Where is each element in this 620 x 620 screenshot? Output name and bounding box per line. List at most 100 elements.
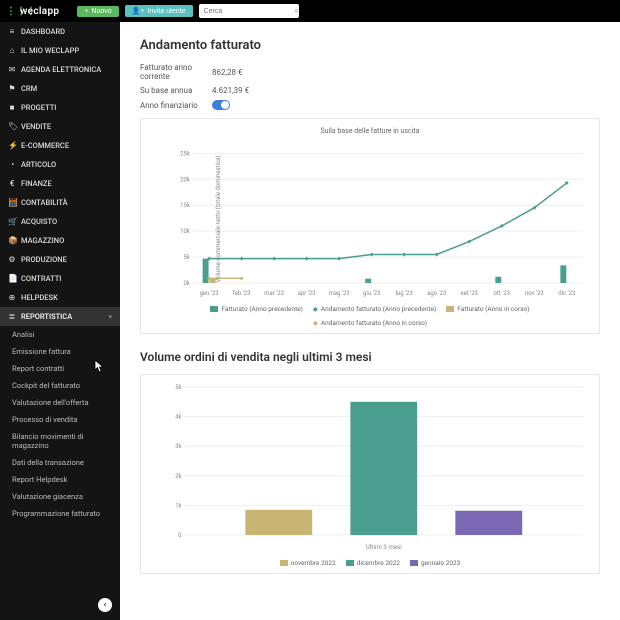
logo[interactable]: ⋮⋮⋮ weclapp <box>6 6 59 17</box>
current-year-value: 862,28 € <box>212 68 243 77</box>
legend-item[interactable]: dicembre 2022 <box>346 559 400 567</box>
legend-swatch: ◆ <box>313 305 318 313</box>
legend-label: Fatturato (Anno precedente) <box>221 305 302 313</box>
sidebar-icon: ⚙ <box>8 255 16 264</box>
sidebar-item-agenda-elettronica[interactable]: ✉AGENDA ELETTRONICA <box>0 60 120 79</box>
user-plus-icon: 👤+ <box>132 7 145 15</box>
sidebar-sub-valutazione-dell-offerta[interactable]: Valutazione dell'offerta <box>0 394 120 411</box>
sidebar-icon: 🧮 <box>8 198 16 207</box>
chart1-ylabel: Volume commerciale netto (totale domines… <box>215 155 222 282</box>
sidebar-icon: ✉ <box>8 65 16 74</box>
chevron-down-icon: ▾ <box>108 313 112 321</box>
sidebar-item-vendite[interactable]: 🏷VENDITE <box>0 117 120 136</box>
legend-item[interactable]: novembre 2022 <box>280 559 336 567</box>
sidebar-sub-analisi[interactable]: Analisi <box>0 326 120 343</box>
sidebar-item-label: IL MIO WECLAPP <box>21 46 79 55</box>
sidebar-item-contabilità[interactable]: 🧮CONTABILITÀ <box>0 193 120 212</box>
sidebar-item-label: CRM <box>21 84 37 93</box>
sidebar-sub-report-contratti[interactable]: Report contratti <box>0 360 120 377</box>
svg-text:nov '23: nov '23 <box>525 290 544 297</box>
sidebar-item-dashboard[interactable]: ≡ DASHBOARD <box>0 22 120 41</box>
sidebar-item-magazzino[interactable]: 📦MAGAZZINO <box>0 231 120 250</box>
sidebar-sub-cockpit-del-fatturato[interactable]: Cockpit del fatturato <box>0 377 120 394</box>
sidebar-item-label: FINANZE <box>21 179 52 188</box>
annual-value: 4.621,39 € <box>212 86 249 95</box>
search-input[interactable] <box>204 8 295 15</box>
svg-text:0: 0 <box>178 533 181 539</box>
sidebar-icon: ⚡ <box>8 141 16 150</box>
chart1-area: Volume commerciale netto (totale domines… <box>173 139 589 299</box>
sidebar-item-acquisto[interactable]: 🛒ACQUISTO <box>0 212 120 231</box>
svg-text:0k: 0k <box>183 280 190 287</box>
legend-label: Andamento fatturato (Anno in corso) <box>321 319 427 327</box>
chart2-area: 01k2k3k4k5kUltimi 3 mesi <box>169 383 589 553</box>
sidebar-item-articolo[interactable]: ◔ARTICOLO <box>0 155 120 174</box>
sidebar-item-label: E-COMMERCE <box>21 141 69 150</box>
sidebar-sub-report-helpdesk[interactable]: Report Helpdesk <box>0 471 120 488</box>
revenue-chart-card: Sulla base delle fatture in uscita Volum… <box>140 118 600 334</box>
svg-text:gen '23: gen '23 <box>200 290 219 297</box>
legend-swatch <box>446 306 454 312</box>
chart1-title: Sulla base delle fatture in uscita <box>151 127 589 135</box>
legend-swatch <box>210 306 218 312</box>
page-title: Andamento fatturato <box>140 38 600 53</box>
legend-label: novembre 2022 <box>291 559 336 567</box>
svg-text:1k: 1k <box>175 503 181 509</box>
legend-swatch <box>280 560 288 566</box>
sidebar-icon: 📄 <box>8 274 16 283</box>
svg-text:giu '23: giu '23 <box>363 290 380 297</box>
sidebar-sub-valutazione-giacenza[interactable]: Valutazione giacenza <box>0 488 120 505</box>
svg-text:20k: 20k <box>180 176 191 183</box>
sidebar-item-progetti[interactable]: ■PROGETTI <box>0 98 120 117</box>
sidebar-icon: 🏷 <box>8 122 16 131</box>
invite-user-button[interactable]: 👤+ Invita utente <box>125 5 193 17</box>
svg-text:5k: 5k <box>183 254 190 261</box>
legend-item[interactable]: gennaio 2023 <box>410 559 460 567</box>
legend-item[interactable]: Fatturato (Anno precedente) <box>210 305 302 313</box>
legend-item[interactable]: ◆Andamento fatturato (Anno in corso) <box>313 319 427 327</box>
sidebar-icon: ⊕ <box>8 293 16 302</box>
topbar: ⋮⋮⋮ weclapp + Nuovo 👤+ Invita utente ⌕ <box>0 0 620 22</box>
sidebar-item-produzione[interactable]: ⚙ PRODUZIONE <box>0 250 120 269</box>
legend-swatch <box>346 560 354 566</box>
svg-text:apr '23: apr '23 <box>298 290 316 297</box>
legend-item[interactable]: ◆Andamento fatturato (Anno precedente) <box>313 305 436 313</box>
sidebar-item-label: REPORTISTICA <box>21 312 72 321</box>
sidebar: ≡ DASHBOARD ⌂IL MIO WECLAPP✉AGENDA ELETTRO… <box>0 22 120 620</box>
sidebar-sub-dati-della-transazione[interactable]: Dati della transazione <box>0 454 120 471</box>
sidebar-item-reportistica[interactable]: ≣REPORTISTICA▾ <box>0 307 120 326</box>
legend-item[interactable]: Fatturato (Anno in corso) <box>446 305 529 313</box>
logo-icon: ⋮⋮⋮ <box>6 6 18 16</box>
svg-text:Ultimi 3 mesi: Ultimi 3 mesi <box>366 543 402 551</box>
sidebar-item-label: CONTRATTI <box>21 274 61 283</box>
sidebar-sub-bilancio-movimenti-di-magazzino[interactable]: Bilancio movimenti di magazzino <box>0 428 120 454</box>
sidebar-sub-emissione-fattura[interactable]: Emissione fattura <box>0 343 120 360</box>
sidebar-item-label: PRODUZIONE <box>21 255 67 264</box>
sidebar-item-contratti[interactable]: 📄 CONTRATTI <box>0 269 120 288</box>
legend-label: gennaio 2023 <box>421 559 460 567</box>
sidebar-item-helpdesk[interactable]: ⊕HELPDESK <box>0 288 120 307</box>
sidebar-item-finanze[interactable]: €FINANZE <box>0 174 120 193</box>
svg-text:10k: 10k <box>180 228 191 235</box>
sidebar-item-label: DASHBOARD <box>21 27 65 36</box>
plus-icon: + <box>84 8 88 15</box>
sidebar-item-il-mio-weclapp[interactable]: ⌂IL MIO WECLAPP <box>0 41 120 60</box>
svg-text:mar '23: mar '23 <box>264 290 284 297</box>
svg-text:ago '23: ago '23 <box>427 290 446 297</box>
svg-text:lug '23: lug '23 <box>396 290 413 297</box>
search-input-wrap[interactable]: ⌕ <box>199 4 299 18</box>
fiscal-year-toggle[interactable] <box>212 100 230 110</box>
sidebar-item-e-commerce[interactable]: ⚡ E-COMMERCE <box>0 136 120 155</box>
legend-swatch: ◆ <box>313 319 318 327</box>
sidebar-sub-programmazione-fatturato[interactable]: Programmazione fatturato <box>0 505 120 522</box>
sidebar-icon: ≡ <box>8 27 16 36</box>
new-button[interactable]: + Nuovo <box>77 6 118 17</box>
current-year-label: Fatturato anno corrente <box>140 63 212 81</box>
svg-text:4k: 4k <box>175 415 181 421</box>
collapse-sidebar-button[interactable]: ‹ <box>98 598 112 612</box>
sidebar-sub-processo-di-vendita[interactable]: Processo di vendita <box>0 411 120 428</box>
sidebar-icon: ■ <box>8 103 16 112</box>
sidebar-item-label: ACQUISTO <box>21 217 57 226</box>
svg-text:ott '23: ott '23 <box>494 290 510 297</box>
sidebar-item-crm[interactable]: ⚑CRM <box>0 79 120 98</box>
